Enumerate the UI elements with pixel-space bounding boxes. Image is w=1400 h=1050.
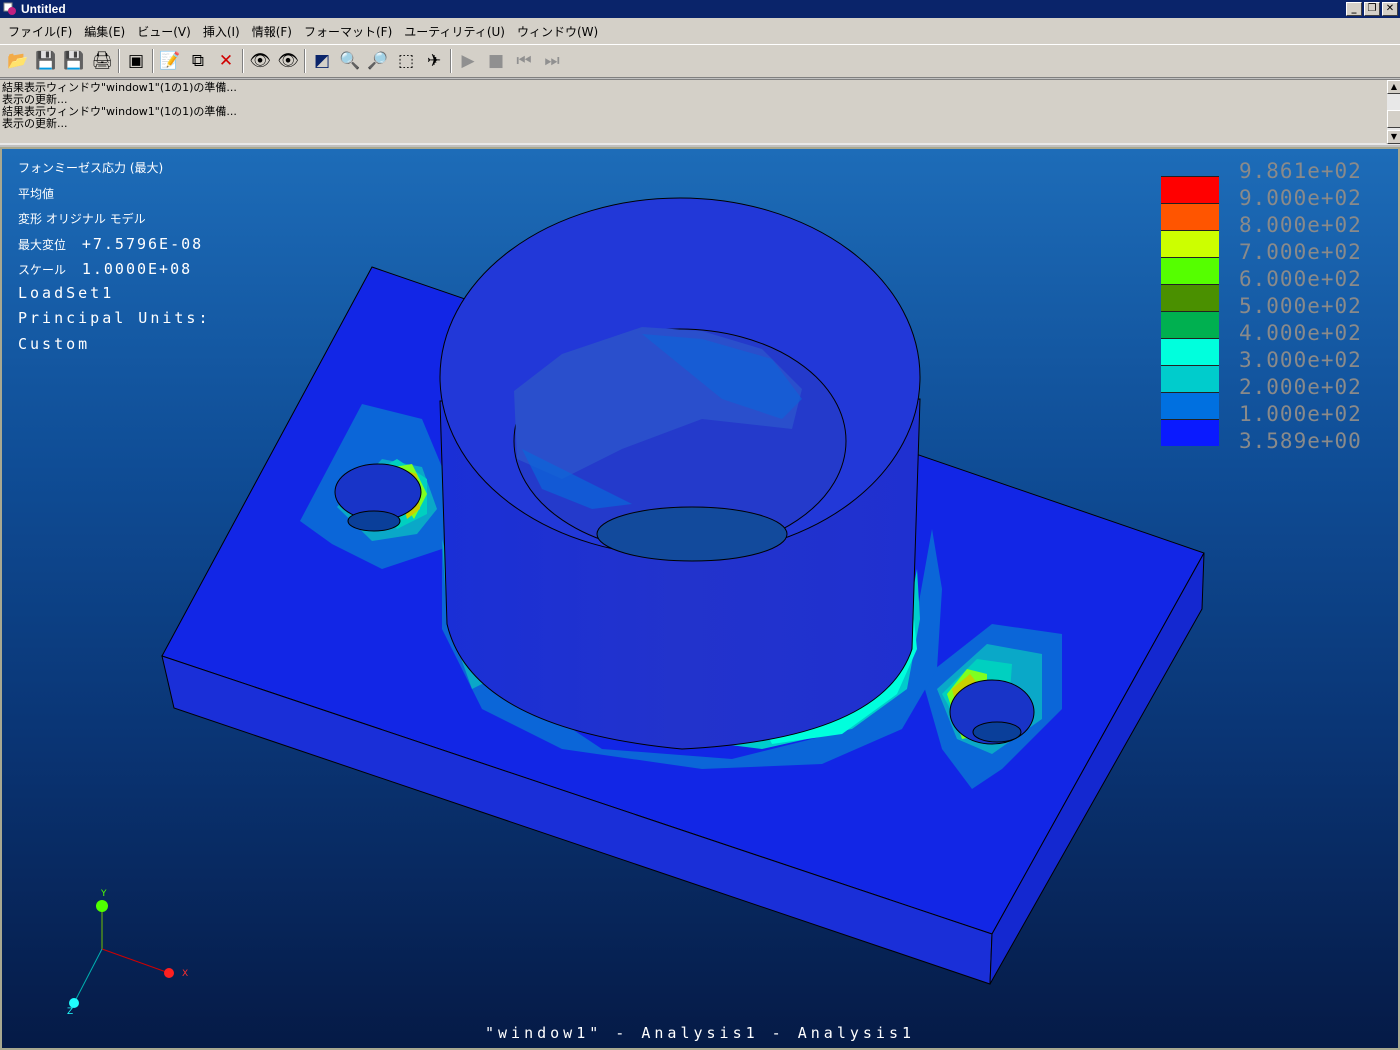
title-bar: Untitled _ ❐ ✕	[0, 0, 1400, 18]
menu-item-0[interactable]: ファイル(F)	[2, 23, 78, 40]
legend-swatch	[1161, 338, 1219, 365]
app-icon	[3, 2, 17, 16]
legend-swatch	[1161, 176, 1219, 203]
max-disp-label: 最大変位	[18, 238, 67, 252]
legend-swatch	[1161, 311, 1219, 338]
axis-triad	[69, 900, 174, 1008]
legend-label: 2.000e+02	[1239, 375, 1362, 399]
scroll-thumb[interactable]	[1387, 110, 1400, 128]
open-icon[interactable]: 📂	[4, 47, 32, 75]
menu-bar: ファイル(F) 編集(E) ビュー(V) 挿入(I) 情報(F) フォーマット(F) ユーテ…	[0, 18, 1400, 44]
legend-label: 9.861e+02	[1239, 159, 1362, 183]
menu-item-3[interactable]: 挿入(I)	[197, 23, 246, 40]
scroll-up-icon[interactable]: ▲	[1387, 80, 1400, 94]
step-back-icon[interactable]: ⏮	[510, 47, 538, 75]
save-icon[interactable]: 💾	[32, 47, 60, 75]
delete-icon[interactable]: ✕	[212, 47, 240, 75]
info-loadset: LoadSet1	[18, 284, 115, 302]
minimize-button[interactable]: _	[1346, 2, 1362, 16]
info-window-icon[interactable]: ▣	[122, 47, 150, 75]
legend-label: 3.000e+02	[1239, 348, 1362, 372]
legend-label: 6.000e+02	[1239, 267, 1362, 291]
copy-icon[interactable]: ⧉	[184, 47, 212, 75]
restore-button[interactable]: ❐	[1364, 2, 1380, 16]
info-units-system: Custom	[18, 335, 91, 353]
toolbar: 📂 💾 💾 🖨 ▣ 📝 ⧉ ✕ 👁 👁 ◩ 🔍 🔎 ⬚ ✈ ▶ ■ ⏮ ⏭	[0, 44, 1400, 78]
legend-swatch	[1161, 257, 1219, 284]
step-forward-icon[interactable]: ⏭	[538, 47, 566, 75]
menu-item-2[interactable]: ビュー(V)	[131, 23, 197, 40]
menu-item-7[interactable]: ウィンドウ(W)	[511, 23, 604, 40]
stop-icon[interactable]: ■	[482, 47, 510, 75]
scroll-down-icon[interactable]: ▼	[1387, 130, 1400, 144]
legend-label: 3.589e+00	[1239, 429, 1362, 453]
axis-x-label: X	[182, 969, 189, 979]
info-deformation: 変形 オリジナル モデル	[18, 212, 146, 226]
legend-swatch	[1161, 203, 1219, 230]
info-averaging: 平均値	[18, 187, 55, 201]
message-pane: 結果表示ウィンドウ"window1"(1の1)の準備... 表示の更新... 結果表…	[0, 79, 1400, 145]
zoom-window-icon[interactable]: ⬚	[392, 47, 420, 75]
toolbar-separator	[152, 49, 154, 73]
max-disp-value: +7.5796E-08	[81, 235, 204, 253]
legend-swatch	[1161, 419, 1219, 446]
spin-icon[interactable]: ✈	[420, 47, 448, 75]
view-icon[interactable]: 👁	[246, 47, 274, 75]
zoom-out-icon[interactable]: 🔎	[364, 47, 392, 75]
legend-swatch	[1161, 365, 1219, 392]
window-caption: "window1" - Analysis1 - Analysis1	[484, 1024, 915, 1042]
play-icon[interactable]: ▶	[454, 47, 482, 75]
toolbar-separator	[304, 49, 306, 73]
close-button[interactable]: ✕	[1382, 2, 1398, 16]
legend-label: 5.000e+02	[1239, 294, 1362, 318]
toolbar-separator	[118, 49, 120, 73]
window-title: Untitled	[21, 2, 66, 16]
legend-label: 7.000e+02	[1239, 240, 1362, 264]
menu-item-6[interactable]: ユーティリティ(U)	[398, 23, 511, 40]
info-max-disp: 最大変位 +7.5796E-08	[18, 235, 203, 253]
message-scrollbar[interactable]: ▲ ▼	[1386, 80, 1400, 144]
toolbar-separator	[242, 49, 244, 73]
scale-value: 1.0000E+08	[81, 260, 193, 278]
view-hide-icon[interactable]: 👁	[274, 47, 302, 75]
legend-swatch	[1161, 230, 1219, 257]
message-line: 表示の更新...	[2, 117, 68, 130]
message-log: 結果表示ウィンドウ"window1"(1の1)の準備... 表示の更新... 結果表…	[2, 82, 237, 130]
legend-label: 4.000e+02	[1239, 321, 1362, 345]
toolbar-separator	[450, 49, 452, 73]
menu-item-1[interactable]: 編集(E)	[78, 23, 131, 40]
save-as-icon[interactable]: 💾	[60, 47, 88, 75]
refit-icon[interactable]: ◩	[308, 47, 336, 75]
legend-label: 8.000e+02	[1239, 213, 1362, 237]
axis-y-label: Y	[101, 889, 107, 899]
menu-item-4[interactable]: 情報(F)	[246, 23, 298, 40]
info-units: Principal Units:	[18, 309, 211, 327]
print-icon[interactable]: 🖨	[88, 47, 116, 75]
graphics-viewport[interactable]: フォンミーゼス応力 (最大) 平均値 変形 オリジナル モデル 最大変位 +7.…	[0, 147, 1400, 1050]
legend-swatch	[1161, 392, 1219, 419]
legend-label: 9.000e+02	[1239, 186, 1362, 210]
scale-label: スケール	[18, 263, 67, 277]
zoom-in-icon[interactable]: 🔍	[336, 47, 364, 75]
axis-z-label: Z	[67, 1007, 74, 1017]
legend-label: 1.000e+02	[1239, 402, 1362, 426]
info-result-type: フォンミーゼス応力 (最大)	[18, 161, 164, 175]
menu-item-5[interactable]: フォーマット(F)	[298, 23, 398, 40]
edit-icon[interactable]: 📝	[156, 47, 184, 75]
legend-swatch	[1161, 284, 1219, 311]
info-scale: スケール 1.0000E+08	[18, 260, 192, 278]
